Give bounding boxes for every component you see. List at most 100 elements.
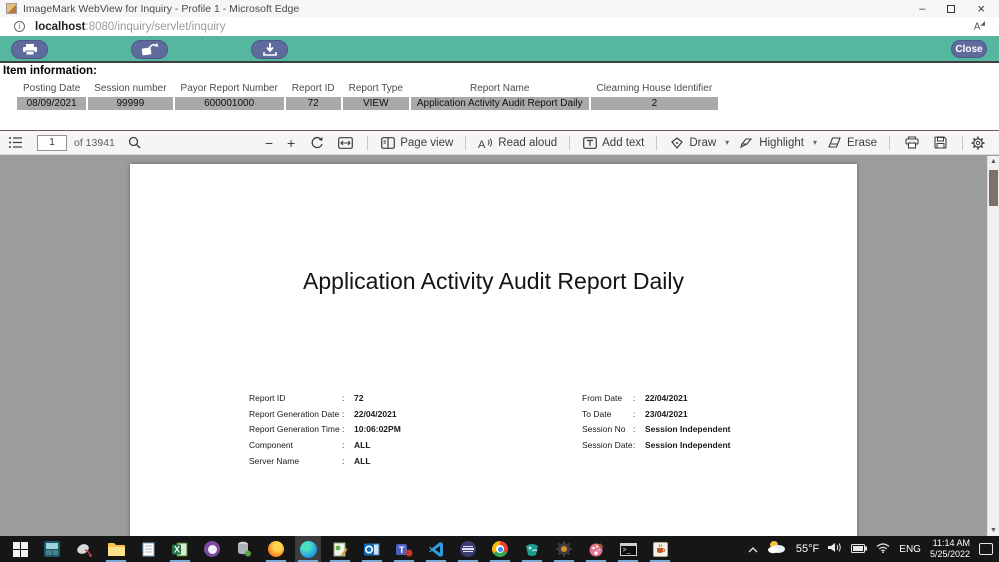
pdf-page: Application Activity Audit Report Daily … — [130, 164, 857, 536]
cell-posting-date: 08/09/2021 — [17, 97, 87, 110]
favicon-icon — [6, 3, 17, 14]
edge-icon[interactable] — [295, 536, 321, 562]
field-row: Component: ALL — [249, 440, 371, 451]
zoom-in-button[interactable]: + — [280, 135, 302, 151]
highlight-icon — [739, 135, 754, 150]
wifi-icon[interactable] — [876, 540, 890, 558]
cell-report-name: Application Activity Audit Report Daily — [410, 97, 589, 110]
remote-app-icon[interactable] — [71, 536, 97, 562]
text-size-icon[interactable]: A◢ — [974, 20, 989, 32]
column-header: Report Name — [469, 83, 530, 94]
field-row: Server Name: ALL — [249, 455, 371, 466]
pdf-canvas: Application Activity Audit Report Daily … — [0, 156, 987, 536]
clock[interactable]: 11:14 AM 5/25/2022 — [930, 538, 970, 561]
minimize-icon[interactable]: – — [919, 3, 925, 14]
tray-expand-icon[interactable] — [748, 540, 758, 558]
chevron-down-icon[interactable]: ▾ — [813, 138, 817, 147]
file-explorer-icon[interactable] — [103, 536, 129, 562]
erase-button[interactable]: Erase — [822, 133, 882, 152]
java-app-icon[interactable] — [647, 536, 673, 562]
cell-clearing-house-identifier: 2 — [590, 97, 719, 110]
pdf-viewer: of 13941 − + Page view A Read aloud — [0, 130, 999, 536]
terminal-icon[interactable]: >_ — [615, 536, 641, 562]
field-row: Session Date: Session Independent — [582, 440, 731, 451]
page-view-button[interactable]: Page view — [375, 133, 458, 152]
vscode-icon[interactable] — [423, 536, 449, 562]
language-indicator[interactable]: ENG — [899, 544, 921, 555]
download-button[interactable] — [251, 40, 288, 59]
app-toolbar: Close — [0, 36, 999, 63]
close-window-icon[interactable]: × — [977, 2, 985, 15]
save-icon[interactable] — [933, 135, 948, 150]
item-information-panel: Item information: Posting Date Session n… — [0, 63, 999, 130]
maximize-icon[interactable] — [947, 4, 956, 13]
info-icon[interactable]: i — [14, 21, 25, 32]
column-header: Report Type — [348, 83, 403, 94]
svg-text:T: T — [399, 545, 405, 555]
weather-temperature[interactable]: 55°F — [796, 543, 819, 555]
scroll-up-icon[interactable]: ▲ — [988, 158, 999, 165]
edge-window: ImageMark WebView for Inquiry - Profile … — [0, 0, 999, 562]
page-number-input[interactable] — [37, 134, 67, 151]
column-header: Session number — [94, 83, 167, 94]
cell-payor-report-number: 600001000 — [174, 97, 284, 110]
chevron-down-icon[interactable]: ▾ — [725, 138, 729, 147]
title-bar: ImageMark WebView for Inquiry - Profile … — [0, 0, 999, 17]
item-information-table: Posting Date Session number Payor Report… — [15, 80, 720, 111]
outlook-icon[interactable] — [359, 536, 385, 562]
column-header: Payor Report Number — [180, 83, 278, 94]
table-header-row: Posting Date Session number Payor Report… — [17, 81, 718, 96]
window-title: ImageMark WebView for Inquiry - Profile … — [23, 2, 300, 15]
start-icon[interactable] — [7, 536, 33, 562]
field-row: Report Generation Date:22/04/2021 — [249, 408, 397, 419]
table-row: 08/09/2021 99999 600001000 72 VIEW Appli… — [17, 97, 719, 110]
notification-icon[interactable] — [979, 543, 993, 555]
zoom-out-button[interactable]: − — [258, 135, 280, 151]
add-text-button[interactable]: Add text — [577, 133, 649, 152]
column-header: Clearning House Identifier — [596, 83, 713, 94]
send-report-button[interactable] — [131, 40, 168, 59]
weather-icon[interactable] — [767, 540, 787, 559]
notepad-icon[interactable] — [135, 536, 161, 562]
teal-app-icon[interactable] — [519, 536, 545, 562]
firefox-icon[interactable] — [263, 536, 289, 562]
search-icon[interactable] — [127, 135, 142, 150]
toc-icon[interactable] — [8, 135, 23, 150]
field-row: Report ID:72 — [249, 393, 364, 403]
add-text-icon — [582, 135, 597, 150]
paint-icon[interactable] — [583, 536, 609, 562]
draw-button[interactable]: Draw ▾ — [664, 133, 734, 152]
scroll-down-icon[interactable]: ▼ — [988, 527, 999, 534]
print-button[interactable] — [11, 40, 48, 59]
tray-date: 5/25/2022 — [929, 549, 970, 559]
github-icon[interactable] — [199, 536, 225, 562]
photo-editor-icon[interactable] — [327, 536, 353, 562]
vertical-scrollbar[interactable]: ▲ ▼ — [987, 156, 999, 536]
url-text[interactable]: localhost:8080/inquiry/servlet/inquiry — [35, 21, 225, 33]
close-button[interactable]: Close — [951, 40, 987, 58]
scrollbar-thumb[interactable] — [989, 170, 998, 206]
tray-time: 11:14 AM — [932, 537, 970, 548]
rotate-icon[interactable] — [309, 135, 324, 150]
eclipse-icon[interactable] — [455, 536, 481, 562]
print-icon — [22, 43, 37, 55]
address-bar[interactable]: i localhost:8080/inquiry/servlet/inquiry… — [0, 17, 999, 36]
column-header: Report ID — [291, 83, 335, 94]
column-header: Posting Date — [23, 83, 81, 94]
volume-icon[interactable] — [828, 540, 842, 558]
highlight-button[interactable]: Highlight ▾ — [734, 133, 822, 152]
chrome-icon[interactable] — [487, 536, 513, 562]
print-icon[interactable] — [904, 135, 919, 150]
page-view-icon — [380, 135, 395, 150]
settings-gear-icon[interactable] — [970, 135, 985, 150]
teams-icon[interactable]: T — [391, 536, 417, 562]
read-aloud-button[interactable]: A Read aloud — [473, 133, 562, 152]
cell-report-id: 72 — [285, 97, 341, 110]
battery-icon[interactable] — [851, 540, 868, 558]
document-fields-right: From Date:22/04/2021 To Date:23/04/2021 … — [582, 393, 731, 456]
excel-icon[interactable]: X — [167, 536, 193, 562]
build-tool-icon[interactable] — [551, 536, 577, 562]
calculator-icon[interactable] — [39, 536, 65, 562]
database-icon[interactable] — [231, 536, 257, 562]
fit-width-icon[interactable] — [338, 135, 354, 150]
